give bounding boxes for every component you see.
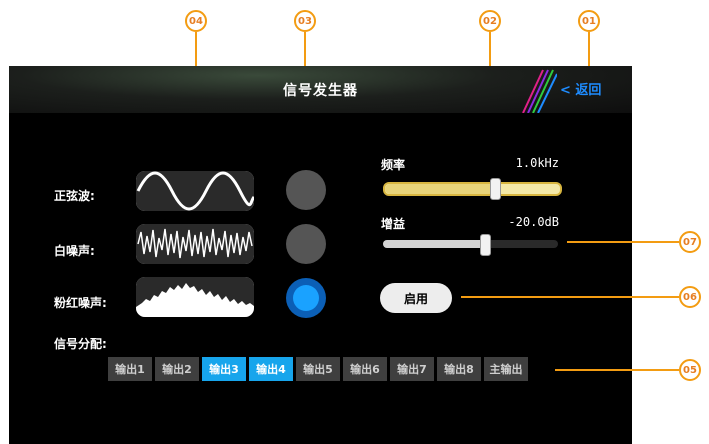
sine-label: 正弦波: — [54, 189, 95, 203]
frequency-label: 频率 — [381, 158, 406, 172]
callout-01: 01 — [578, 10, 600, 32]
pink-noise-radio[interactable] — [286, 278, 326, 318]
gain-slider-thumb[interactable] — [479, 234, 491, 256]
output-button-1[interactable]: 输出1 — [108, 357, 152, 381]
frequency-slider[interactable] — [383, 178, 562, 200]
sine-wave-button[interactable] — [136, 171, 254, 211]
frequency-slider-thumb[interactable] — [490, 178, 502, 200]
white-noise-radio[interactable] — [286, 224, 326, 264]
output-button-8[interactable]: 输出8 — [437, 357, 481, 381]
output-routing-bar: 输出1 输出2 输出3 输出4 输出5 输出6 输出7 输出8 主输出 — [108, 357, 531, 381]
title-bar: 信号发生器 < 返回 — [9, 66, 632, 113]
sine-wave-icon — [136, 171, 254, 211]
gain-label: 增益 — [381, 217, 406, 231]
callout-07: 07 — [679, 231, 701, 253]
output-button-4[interactable]: 输出4 — [249, 357, 293, 381]
gain-value: -20.0dB — [508, 215, 559, 229]
output-button-5[interactable]: 输出5 — [296, 357, 340, 381]
callout-05-line — [555, 369, 679, 371]
white-noise-label: 白噪声: — [54, 244, 95, 258]
pink-noise-label: 粉红噪声: — [54, 296, 107, 310]
callout-06-line — [461, 296, 679, 298]
callout-03: 03 — [294, 10, 316, 32]
signal-generator-screen: 信号发生器 < 返回 正弦波: 白噪声: 粉红噪声: 频率 1.0kHz 增益 … — [9, 66, 632, 444]
gain-slider-fill — [383, 240, 485, 248]
back-button[interactable]: < 返回 — [560, 79, 601, 98]
output-button-6[interactable]: 输出6 — [343, 357, 387, 381]
white-noise-icon — [136, 224, 254, 264]
frequency-value: 1.0kHz — [515, 156, 559, 170]
output-button-7[interactable]: 输出7 — [390, 357, 434, 381]
pink-noise-button[interactable] — [136, 277, 254, 317]
pink-noise-icon — [136, 277, 254, 317]
enable-button[interactable]: 启用 — [380, 283, 452, 313]
callout-07-line — [567, 241, 679, 243]
frequency-slider-fill — [385, 184, 496, 194]
sine-radio[interactable] — [286, 170, 326, 210]
callout-06: 06 — [679, 286, 701, 308]
output-button-9[interactable]: 主输出 — [484, 357, 528, 381]
white-noise-button[interactable] — [136, 224, 254, 264]
brand-stripes-icon — [522, 69, 557, 113]
output-button-3[interactable]: 输出3 — [202, 357, 246, 381]
routing-label: 信号分配: — [54, 337, 107, 351]
callout-05: 05 — [679, 359, 701, 381]
gain-slider[interactable] — [383, 234, 558, 256]
output-button-2[interactable]: 输出2 — [155, 357, 199, 381]
callout-02: 02 — [479, 10, 501, 32]
callout-04: 04 — [185, 10, 207, 32]
